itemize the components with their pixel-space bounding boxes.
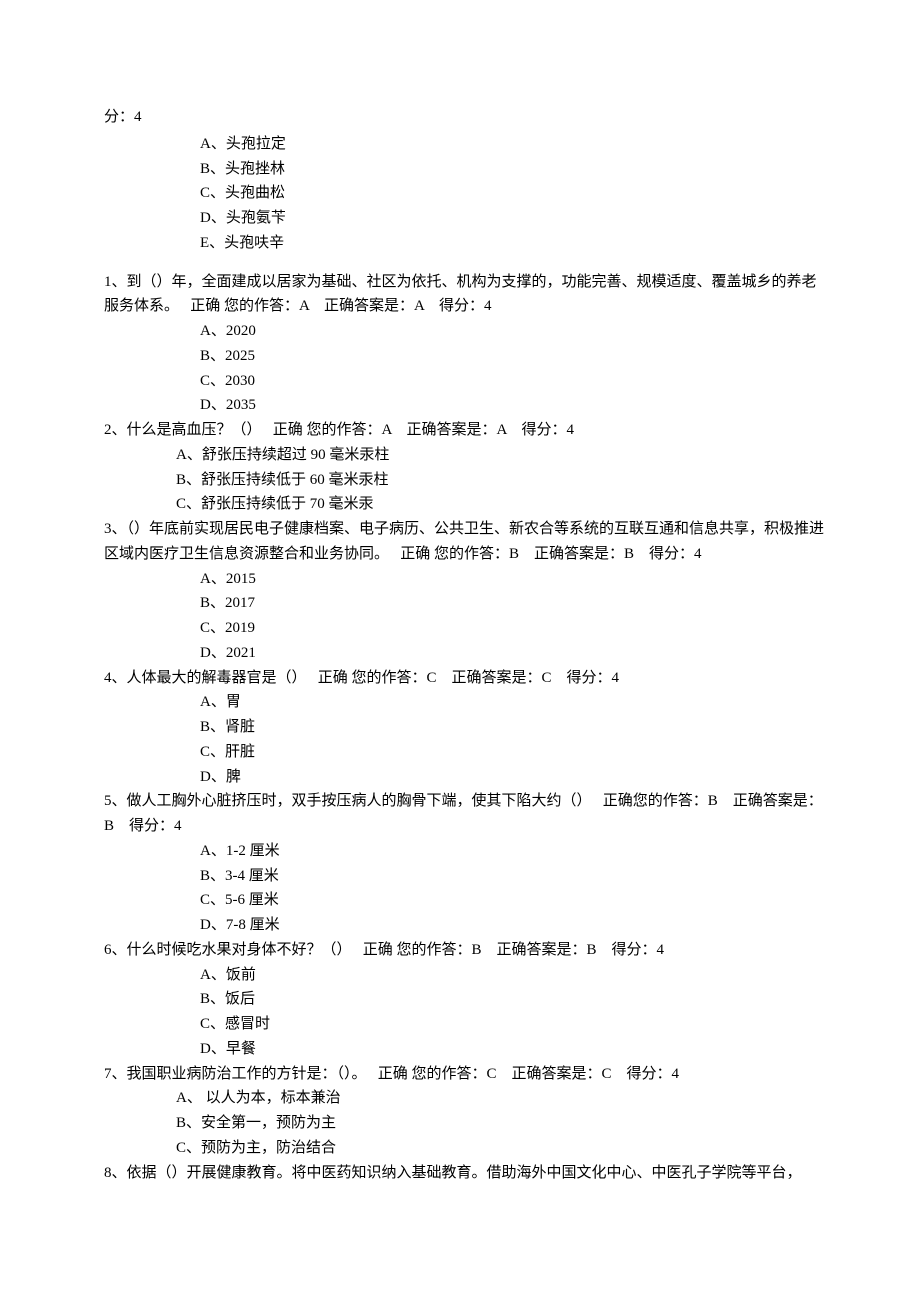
- question-option: A、胃: [104, 690, 830, 715]
- question-option: A、2015: [104, 567, 830, 592]
- question-text: 8、依据（）开展健康教育。将中医药知识纳入基础教育。借助海外中国文化中心、中医孔…: [104, 1161, 830, 1186]
- question-option: C、舒张压持续低于 70 毫米汞: [104, 492, 830, 517]
- question-option: D、早餐: [104, 1037, 830, 1062]
- question-option: D、7-8 厘米: [104, 913, 830, 938]
- intro-option: C、头孢曲松: [104, 181, 830, 206]
- question-block: 7、我国职业病防治工作的方针是：（）。 正确 您的作答：C 正确答案是：C 得分…: [104, 1062, 830, 1161]
- intro-option: B、头孢挫林: [104, 157, 830, 182]
- question-text: 4、人体最大的解毒器官是（） 正确 您的作答：C 正确答案是：C 得分：4: [104, 666, 830, 691]
- question-option: C、感冒时: [104, 1012, 830, 1037]
- question-block: 3、（）年底前实现居民电子健康档案、电子病历、公共卫生、新农合等系统的互联互通和…: [104, 517, 830, 666]
- question-block: 1、到（）年，全面建成以居家为基础、社区为依托、机构为支撑的，功能完善、规模适度…: [104, 270, 830, 419]
- question-block: 4、人体最大的解毒器官是（） 正确 您的作答：C 正确答案是：C 得分：4A、胃…: [104, 666, 830, 790]
- question-option: C、2030: [104, 369, 830, 394]
- question-option: C、预防为主，防治结合: [104, 1136, 830, 1161]
- intro-option: D、头孢氨苄: [104, 206, 830, 231]
- question-block: 8、依据（）开展健康教育。将中医药知识纳入基础教育。借助海外中国文化中心、中医孔…: [104, 1161, 830, 1186]
- intro-option: E、头孢呋辛: [104, 231, 830, 256]
- intro-option: A、头孢拉定: [104, 132, 830, 157]
- question-option: B、2025: [104, 344, 830, 369]
- intro-block: 分：4 A、头孢拉定 B、头孢挫林 C、头孢曲松 D、头孢氨苄 E、头孢呋辛: [104, 105, 830, 256]
- question-option: A、2020: [104, 319, 830, 344]
- question-option: A、舒张压持续超过 90 毫米汞柱: [104, 443, 830, 468]
- question-block: 6、什么时候吃水果对身体不好？（） 正确 您的作答：B 正确答案是：B 得分：4…: [104, 938, 830, 1062]
- question-text: 2、什么是高血压？（） 正确 您的作答：A 正确答案是：A 得分：4: [104, 418, 830, 443]
- question-option: D、2021: [104, 641, 830, 666]
- question-option: C、2019: [104, 616, 830, 641]
- question-option: B、肾脏: [104, 715, 830, 740]
- question-option: B、舒张压持续低于 60 毫米汞柱: [104, 468, 830, 493]
- question-option: B、安全第一，预防为主: [104, 1111, 830, 1136]
- question-option: C、5-6 厘米: [104, 888, 830, 913]
- question-block: 2、什么是高血压？（） 正确 您的作答：A 正确答案是：A 得分：4A、舒张压持…: [104, 418, 830, 517]
- question-text: 6、什么时候吃水果对身体不好？（） 正确 您的作答：B 正确答案是：B 得分：4: [104, 938, 830, 963]
- question-text: 7、我国职业病防治工作的方针是：（）。 正确 您的作答：C 正确答案是：C 得分…: [104, 1062, 830, 1087]
- questions-container: 1、到（）年，全面建成以居家为基础、社区为依托、机构为支撑的，功能完善、规模适度…: [104, 270, 830, 1186]
- question-option: A、 以人为本，标本兼治: [104, 1086, 830, 1111]
- score-prefix: 分：4: [104, 105, 830, 130]
- question-text: 5、做人工胸外心脏挤压时，双手按压病人的胸骨下端，使其下陷大约（） 正确您的作答…: [104, 789, 830, 839]
- question-option: B、饭后: [104, 987, 830, 1012]
- question-option: D、脾: [104, 765, 830, 790]
- question-option: A、饭前: [104, 963, 830, 988]
- question-block: 5、做人工胸外心脏挤压时，双手按压病人的胸骨下端，使其下陷大约（） 正确您的作答…: [104, 789, 830, 938]
- question-text: 3、（）年底前实现居民电子健康档案、电子病历、公共卫生、新农合等系统的互联互通和…: [104, 517, 830, 567]
- question-option: A、1-2 厘米: [104, 839, 830, 864]
- question-option: D、2035: [104, 393, 830, 418]
- question-option: B、2017: [104, 591, 830, 616]
- question-text: 1、到（）年，全面建成以居家为基础、社区为依托、机构为支撑的，功能完善、规模适度…: [104, 270, 830, 320]
- question-option: C、肝脏: [104, 740, 830, 765]
- question-option: B、3-4 厘米: [104, 864, 830, 889]
